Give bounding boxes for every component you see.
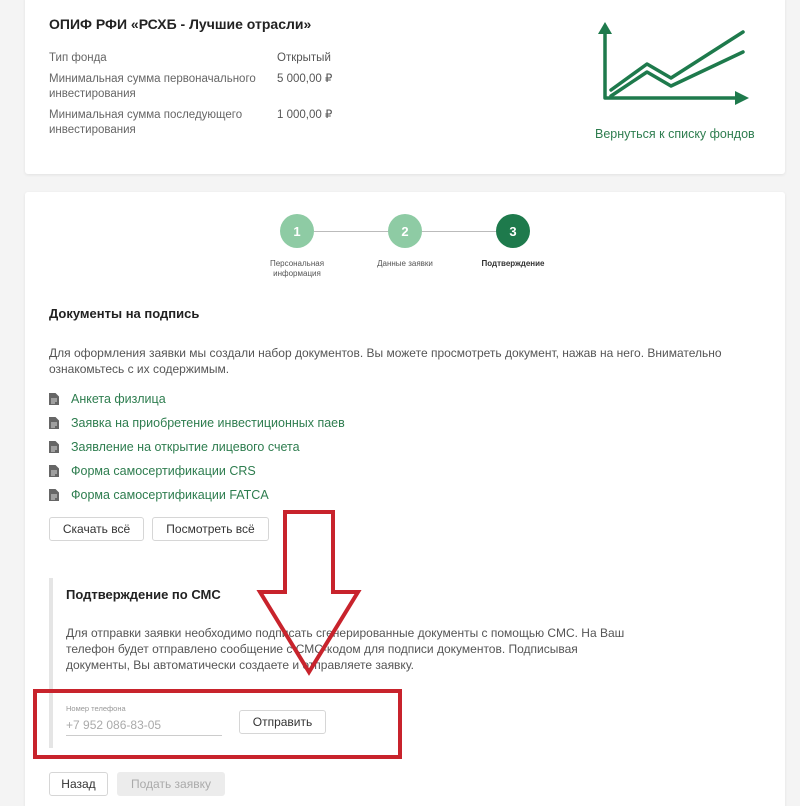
fund-card: ОПИФ РФИ «РСХБ - Лучшие отрасли» Тип фон… [25,0,785,174]
submit-application-button[interactable]: Подать заявку [117,772,225,796]
document-link-purchase-request[interactable]: Заявка на приобретение инвестиционных па… [49,411,345,435]
info-value: Открытый [277,52,331,64]
document-link-label: Анкета физлица [71,392,166,406]
step-1-label: Персональная информация [269,259,325,278]
document-icon [49,489,59,501]
sms-description: Для отправки заявки необходимо подписать… [66,626,625,672]
phone-label: Номер телефона [66,704,126,713]
documents-description: Для оформления заявки мы создали набор д… [49,346,722,376]
step-2-label: Данные заявки [377,259,433,268]
document-icon [49,465,59,477]
info-value: 5 000,00 ₽ [277,73,333,85]
info-label: Минимальная сумма первоначального инвест… [49,73,256,100]
document-link-account-opening[interactable]: Заявление на открытие лицевого счета [49,435,345,459]
document-link-crs[interactable]: Форма самосертификации CRS [49,459,345,483]
step-1-circle: 1 [280,214,314,248]
document-link-label: Форма самосертификации CRS [71,464,256,478]
application-card: 1 2 3 Персональная информация Данные зая… [25,192,785,806]
info-label: Тип фонда [49,52,107,64]
document-link-label: Заявка на приобретение инвестиционных па… [71,416,345,430]
phone-input[interactable] [66,716,222,734]
phone-field: Номер телефона [66,700,222,736]
info-value: 1 000,00 ₽ [277,109,333,121]
growth-chart-icon [598,22,749,105]
back-to-funds-link[interactable]: Вернуться к списку фондов [595,127,755,141]
view-all-button[interactable]: Посмотреть всё [152,517,269,541]
send-sms-button[interactable]: Отправить [239,710,326,734]
step-3-circle: 3 [496,214,530,248]
document-list: Анкета физлица Заявка на приобретение ин… [49,387,345,507]
step-3-label: Подтверждение [481,259,545,268]
step-connector [422,231,497,232]
documents-title: Документы на подпись [49,306,200,321]
fund-title: ОПИФ РФИ «РСХБ - Лучшие отрасли» [49,16,312,32]
back-button[interactable]: Назад [49,772,108,796]
info-label: Минимальная сумма последующего инвестиро… [49,109,243,136]
document-icon [49,393,59,405]
document-link-questionnaire[interactable]: Анкета физлица [49,387,345,411]
document-icon [49,417,59,429]
document-icon [49,441,59,453]
step-2-circle: 2 [388,214,422,248]
document-link-label: Форма самосертификации FATCA [71,488,269,502]
document-link-fatca[interactable]: Форма самосертификации FATCA [49,483,345,507]
sms-title: Подтверждение по СМС [66,587,221,602]
download-all-button[interactable]: Скачать всё [49,517,144,541]
step-connector [314,231,389,232]
document-link-label: Заявление на открытие лицевого счета [71,440,300,454]
stepper: 1 2 3 Персональная информация Данные зая… [25,214,785,284]
